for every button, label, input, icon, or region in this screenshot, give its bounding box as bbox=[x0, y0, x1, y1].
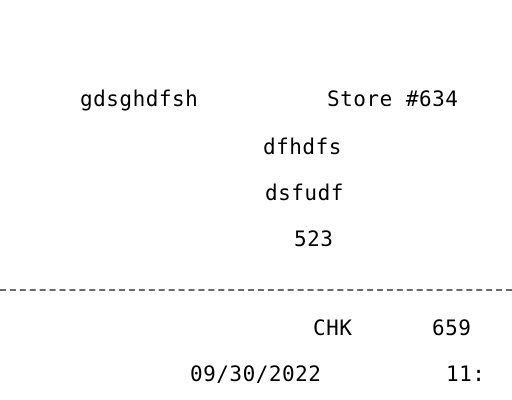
address-line-3: 523 bbox=[294, 227, 334, 251]
receipt-date: 09/30/2022 bbox=[190, 362, 322, 386]
address-line-2: dsfudf bbox=[265, 181, 344, 205]
store-number: Store #634 bbox=[327, 87, 459, 111]
check-label: CHK bbox=[313, 316, 353, 340]
receipt-time: 11: bbox=[446, 362, 486, 386]
check-number: 659 bbox=[432, 316, 472, 340]
address-line-1: dfhdfs bbox=[263, 135, 342, 159]
store-name: gdsghdfsh bbox=[80, 87, 199, 111]
receipt: gdsghdfsh Store #634 dfhdfs dsfudf 523 C… bbox=[0, 0, 512, 400]
dashed-divider bbox=[0, 289, 512, 291]
